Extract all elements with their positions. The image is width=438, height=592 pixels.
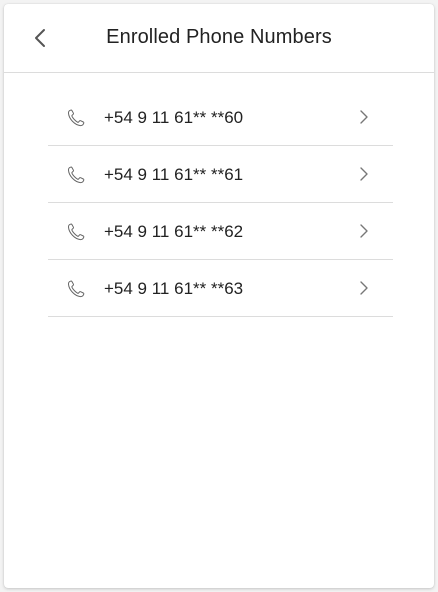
chevron-right-icon [360,167,368,181]
phone-number: +54 9 11 61** **63 [104,279,244,298]
phone-list-item[interactable]: +54 9 11 61** **61 [48,146,393,203]
chevron-right-icon [360,281,368,295]
phone-icon [67,109,85,127]
chevron-right-icon [360,224,368,238]
phone-number: +54 9 11 61** **62 [104,222,244,241]
header: Enrolled Phone Numbers [4,4,434,73]
enrolled-phones-panel: Enrolled Phone Numbers +54 9 11 61** **6… [4,4,434,588]
phone-number-list: +54 9 11 61** **60 +54 9 11 61** **61 +5… [48,89,393,317]
chevron-right-icon [360,110,368,124]
phone-icon [67,166,85,184]
phone-number: +54 9 11 61** **60 [104,108,244,127]
phone-list-item[interactable]: +54 9 11 61** **63 [48,260,393,317]
phone-list-item[interactable]: +54 9 11 61** **60 [48,89,393,146]
phone-number: +54 9 11 61** **61 [104,165,244,184]
phone-icon [67,280,85,298]
phone-icon [67,223,85,241]
page-title: Enrolled Phone Numbers [106,26,332,48]
phone-list-item[interactable]: +54 9 11 61** **62 [48,203,393,260]
